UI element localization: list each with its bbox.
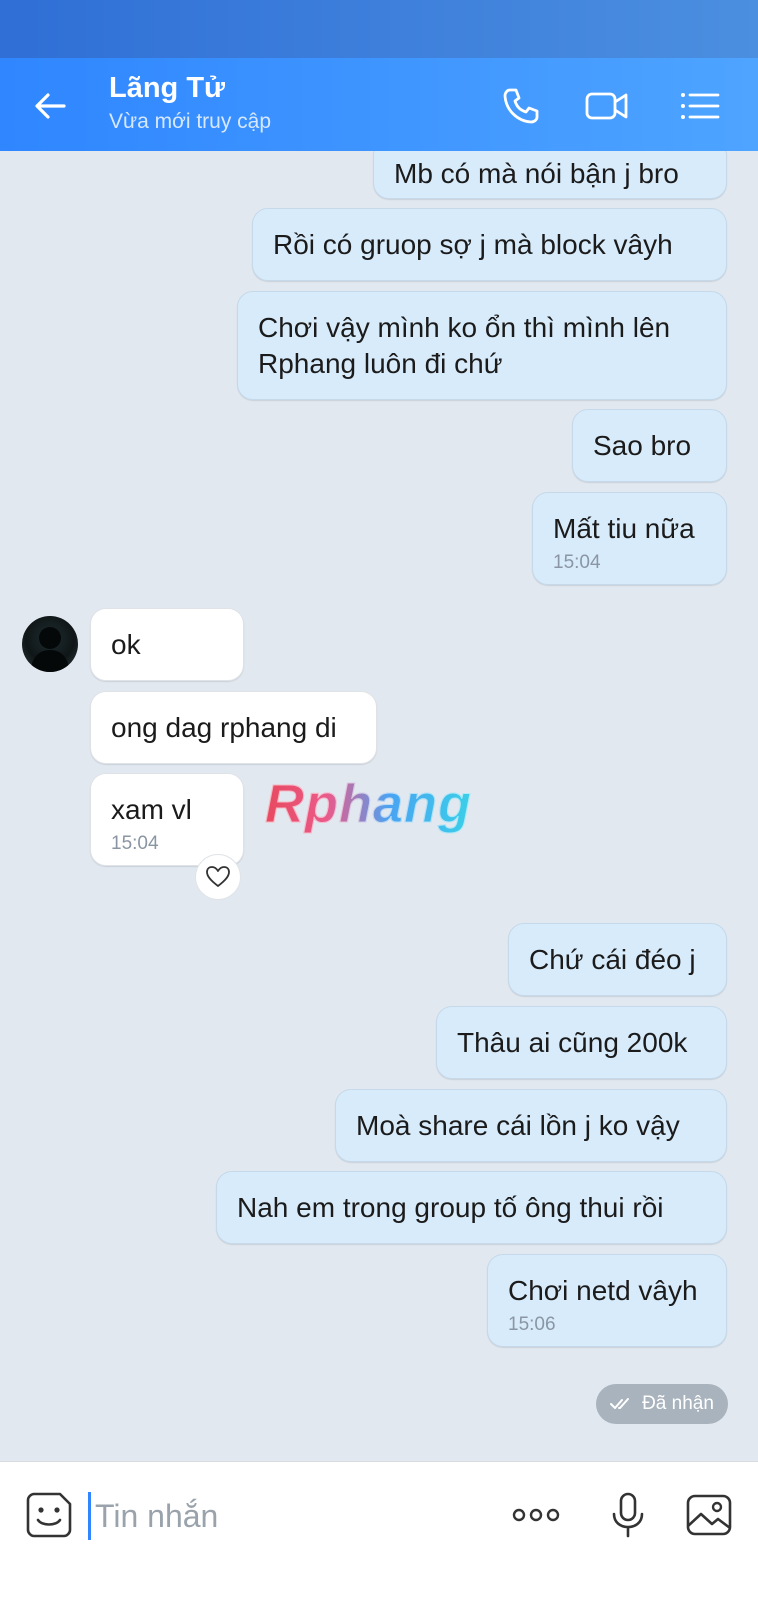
- message-text: ok: [111, 629, 141, 660]
- message-text: Nah em trong group tố ông thui rồi: [237, 1192, 664, 1223]
- message-bubble-outgoing[interactable]: Chứ cái đéo j: [508, 923, 727, 996]
- video-call-icon[interactable]: [583, 82, 631, 130]
- message-bubble-outgoing[interactable]: Chơi vậy mình ko ổn thì mình lên Rphang …: [237, 291, 727, 400]
- menu-list-icon[interactable]: [676, 82, 724, 130]
- message-text: Mb có mà nói bận j bro: [394, 158, 679, 189]
- message-list[interactable]: Mb có mà nói bận j bro Rồi có gruop sợ j…: [0, 151, 758, 1461]
- delivery-status-text: Đã nhận: [642, 1393, 714, 1414]
- message-bubble-outgoing[interactable]: Mất tiu nữa 15:04: [532, 492, 727, 585]
- message-text: xam vl: [111, 794, 192, 825]
- phone-call-icon[interactable]: [497, 82, 545, 130]
- heart-icon: [206, 866, 230, 887]
- message-bubble-outgoing[interactable]: Sao bro: [572, 409, 727, 482]
- microphone-icon[interactable]: [603, 1490, 653, 1540]
- message-text: Sao bro: [593, 430, 692, 461]
- avatar-silhouette-icon: [30, 627, 70, 672]
- message-input[interactable]: Tin nhắn: [88, 1492, 488, 1540]
- message-time: 15:04: [111, 833, 159, 854]
- contact-name[interactable]: Lãng Tử: [109, 72, 225, 105]
- message-text: ong dag rphang di: [111, 712, 337, 743]
- status-bar: [0, 0, 758, 58]
- emoji-sticker-icon[interactable]: [24, 1490, 74, 1540]
- message-bubble-outgoing[interactable]: Rồi có gruop sợ j mà block vâyh: [252, 208, 727, 281]
- message-bubble-outgoing[interactable]: Thâu ai cũng 200k: [436, 1006, 727, 1079]
- message-bubble-outgoing[interactable]: Chơi netd vâyh 15:06: [487, 1254, 727, 1347]
- message-text: Mất tiu nữa: [553, 513, 695, 544]
- contact-status: Vừa mới truy cập: [109, 110, 272, 133]
- message-time: 15:06: [508, 1314, 556, 1335]
- message-composer: Tin nhắn: [0, 1461, 758, 1601]
- message-text: Rồi có gruop sợ j mà block vâyh: [273, 229, 673, 260]
- watermark-logo: Rphang: [265, 774, 472, 835]
- double-check-icon: [610, 1398, 630, 1409]
- message-bubble-incoming[interactable]: ok: [90, 608, 244, 681]
- message-bubble-incoming[interactable]: xam vl 15:04: [90, 773, 244, 866]
- message-bubble-outgoing[interactable]: Mb có mà nói bận j bro: [373, 151, 727, 199]
- chat-header: Lãng Tử Vừa mới truy cập: [0, 58, 758, 151]
- message-text: Chơi netd vâyh: [508, 1275, 698, 1306]
- react-heart-button[interactable]: [195, 854, 241, 900]
- message-time: 15:04: [553, 552, 601, 573]
- message-bubble-outgoing[interactable]: Nah em trong group tố ông thui rồi: [216, 1171, 727, 1244]
- back-arrow-icon[interactable]: [30, 86, 70, 126]
- contact-avatar[interactable]: [22, 616, 78, 672]
- message-bubble-incoming[interactable]: ong dag rphang di: [90, 691, 377, 764]
- message-text: Thâu ai cũng 200k: [457, 1027, 688, 1058]
- more-options-icon[interactable]: [511, 1490, 561, 1540]
- delivery-status-badge: Đã nhận: [596, 1384, 728, 1424]
- message-text: Moà share cái lồn j ko vậy: [356, 1110, 680, 1141]
- message-text: Chứ cái đéo j: [529, 944, 696, 975]
- image-gallery-icon[interactable]: [684, 1490, 734, 1540]
- message-text: Chơi vậy mình ko ổn thì mình lên Rphang …: [258, 312, 671, 379]
- message-bubble-outgoing[interactable]: Moà share cái lồn j ko vậy: [335, 1089, 727, 1162]
